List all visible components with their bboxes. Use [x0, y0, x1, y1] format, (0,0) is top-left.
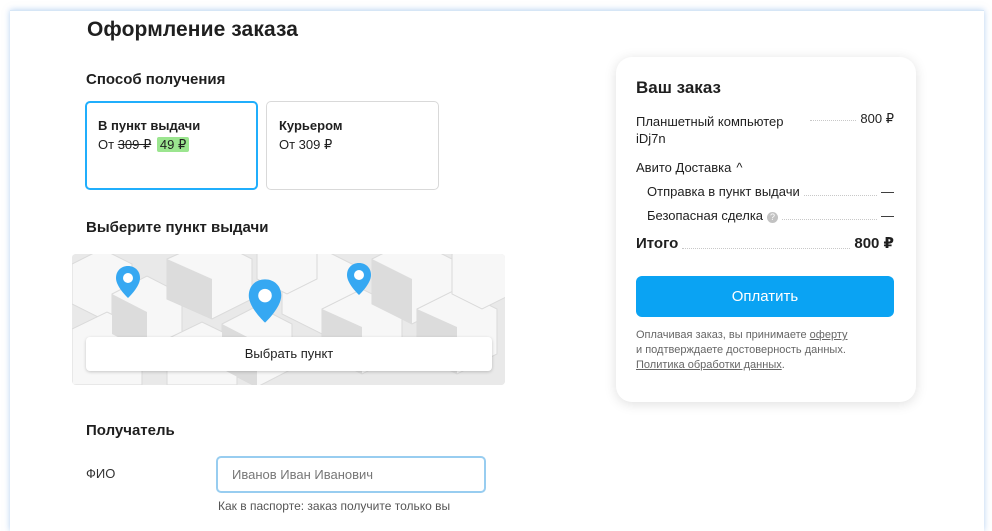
option-price: От 309 ₽ 49 ₽ [98, 137, 190, 153]
discount-price-badge: 49 ₽ [156, 137, 190, 152]
fio-hint: Как в паспорте: заказ получите только вы [218, 499, 451, 513]
price-prefix: От [98, 137, 115, 152]
safe-deal-value: — [881, 208, 894, 223]
legal-text-part: и подтверждаете достоверность данных. [636, 344, 846, 356]
fio-input[interactable] [216, 456, 486, 493]
dotted-leader [682, 248, 851, 249]
location-pin-icon[interactable] [346, 262, 372, 296]
chevron-up-icon: ^ [736, 160, 743, 175]
total-row: Итого 800 ₽ [636, 234, 894, 252]
location-pin-icon[interactable] [246, 278, 284, 324]
option-price: От 309 ₽ [279, 137, 333, 152]
delivery-option-courier[interactable]: Курьером От 309 ₽ [266, 101, 439, 190]
offer-link[interactable]: оферту [810, 329, 848, 341]
option-title: Курьером [279, 118, 343, 133]
delivery-method-heading: Способ получения [86, 71, 226, 88]
legal-text-part: Оплачивая заказ, вы принимаете [636, 329, 810, 341]
delivery-label: Авито Доставка [636, 160, 732, 175]
order-summary-card: Ваш заказ Планшетный компьютер iDj7n 800… [616, 57, 916, 402]
location-pin-icon[interactable] [115, 265, 141, 299]
total-label: Итого [636, 235, 679, 252]
total-value: 800 ₽ [854, 235, 894, 252]
old-price: 309 ₽ [117, 137, 152, 152]
privacy-policy-link[interactable]: Политика обработки данных [636, 359, 782, 371]
shipping-row: Отправка в пункт выдачи — [647, 184, 894, 199]
item-name: Планшетный компьютер iDj7n [636, 114, 784, 146]
dotted-leader [810, 120, 857, 121]
pickup-point-heading: Выберите пункт выдачи [86, 219, 269, 236]
question-circle-icon[interactable]: ? [767, 212, 779, 223]
dotted-leader [803, 195, 877, 196]
order-summary-title: Ваш заказ [636, 78, 721, 97]
item-price: 800 ₽ [860, 111, 894, 126]
shipping-label: Отправка в пункт выдачи [647, 184, 800, 199]
safe-deal-label: Безопасная сделка [647, 208, 764, 223]
option-title: В пункт выдачи [98, 118, 201, 133]
page-title: Оформление заказа [87, 18, 299, 41]
safe-deal-row: Безопасная сделка ? — [647, 208, 894, 223]
order-item-row: Планшетный компьютер iDj7n 800 ₽ [636, 111, 894, 147]
shipping-value: — [881, 184, 894, 199]
avito-delivery-toggle[interactable]: Авито Доставка ^ [636, 160, 894, 175]
legal-text-part: . [781, 359, 785, 371]
delivery-option-pickup-point[interactable]: В пункт выдачи От 309 ₽ 49 ₽ [85, 101, 258, 190]
legal-text: Оплачивая заказ, вы принимаете оферту и … [636, 328, 898, 373]
fio-label: ФИО [86, 466, 116, 481]
recipient-heading: Получатель [86, 422, 175, 439]
dotted-leader [782, 219, 877, 220]
pay-button[interactable]: Оплатить [636, 276, 894, 317]
choose-pickup-point-button[interactable]: Выбрать пункт [86, 337, 492, 371]
